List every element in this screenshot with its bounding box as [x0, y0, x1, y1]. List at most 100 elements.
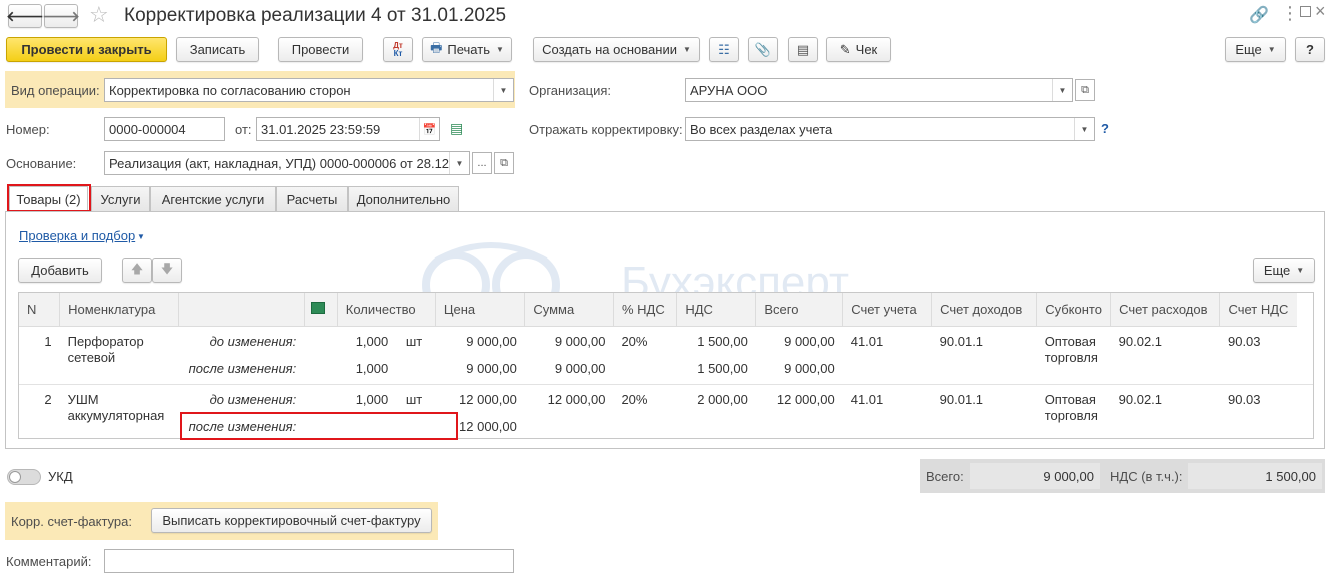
- organization-open-button[interactable]: ⧉: [1075, 79, 1095, 101]
- basis-select-button[interactable]: ...: [472, 152, 492, 174]
- after-change-highlight: [180, 412, 458, 440]
- row-number: 1: [44, 333, 52, 349]
- row-quantity: 1,000 шт: [337, 326, 435, 355]
- table-row[interactable]: 2 УШМ аккумуляторная до изменения: 1,000…: [19, 384, 1313, 423]
- basis-select[interactable]: Реализация (акт, накладная, УПД) 0000-00…: [104, 151, 470, 175]
- chevron-down-icon[interactable]: ▼: [1074, 118, 1094, 140]
- unit-value: шт: [405, 333, 423, 349]
- number-value: 0000-000004: [109, 121, 186, 137]
- row-vat-account: [1297, 413, 1313, 438]
- row-quantity: 1,000 шт: [337, 384, 435, 413]
- col-account[interactable]: Счет учета: [842, 293, 933, 327]
- basis-open-button[interactable]: ⧉: [494, 152, 514, 174]
- close-icon[interactable]: ×: [1315, 1, 1326, 22]
- chevron-down-icon: ▼: [1267, 45, 1276, 54]
- report-button[interactable]: ▤: [788, 37, 818, 62]
- unit-value: шт: [405, 391, 423, 407]
- check-selection-link[interactable]: Проверка и подбор: [19, 228, 135, 243]
- structure-button[interactable]: ☷: [709, 37, 739, 62]
- row-sum: 9 000,00: [554, 333, 606, 349]
- organization-select[interactable]: АРУНА ООО ▼: [685, 78, 1073, 102]
- move-up-button[interactable]: 🡅: [122, 258, 152, 283]
- calendar-icon[interactable]: 📅: [419, 118, 439, 140]
- organization-label: Организация:: [529, 83, 612, 98]
- number-input[interactable]: 0000-000004: [104, 117, 225, 141]
- print-button[interactable]: 🖶 Печать ▼: [422, 37, 512, 62]
- quantity-value: 1,000: [355, 361, 389, 376]
- row-vat-account: 90.03: [1227, 391, 1261, 407]
- row-quantity: 1,000: [337, 355, 435, 384]
- help-button[interactable]: ?: [1295, 37, 1325, 62]
- tab-agent-services[interactable]: Агентские услуги: [150, 186, 276, 211]
- reflect-correction-select[interactable]: Во всех разделах учета ▼: [685, 117, 1095, 141]
- back-button[interactable]: 🡐: [6, 4, 44, 28]
- maximize-icon[interactable]: [1300, 6, 1311, 17]
- col-vat-rate[interactable]: % НДС: [613, 293, 678, 327]
- tab-payments[interactable]: Расчеты: [276, 186, 348, 211]
- col-price[interactable]: Цена: [435, 293, 526, 327]
- receipt-button[interactable]: ✎ Чек: [826, 37, 891, 62]
- issue-corr-invoice-button[interactable]: Выписать корректировочный счет-фактуру: [151, 508, 432, 533]
- row-vat: [677, 413, 756, 438]
- row-account: [843, 355, 932, 384]
- vat-total-box: 1 500,00: [1188, 463, 1322, 489]
- add-row-button[interactable]: Добавить: [18, 258, 102, 283]
- col-income-account[interactable]: Счет доходов: [931, 293, 1038, 327]
- row-total: [756, 413, 843, 438]
- row-sum: 12 000,00: [547, 391, 606, 407]
- col-sum[interactable]: Сумма: [524, 293, 614, 327]
- row-price: 12 000,00: [459, 391, 517, 407]
- attach-button[interactable]: 📎: [748, 37, 778, 62]
- row-total: 12 000,00: [776, 391, 835, 407]
- comment-input[interactable]: [104, 549, 514, 573]
- chevron-down-icon[interactable]: ▼: [493, 79, 513, 101]
- link-icon[interactable]: 🔗: [1249, 5, 1269, 25]
- col-icon[interactable]: [304, 293, 338, 327]
- corr-invoice-label: Корр. счет-фактура:: [11, 514, 132, 529]
- arrow-right-icon: 🡒: [42, 7, 80, 24]
- forward-button[interactable]: 🡒: [42, 4, 80, 28]
- col-expense-account[interactable]: Счет расходов: [1110, 293, 1221, 327]
- table-more-button[interactable]: Еще ▼: [1253, 258, 1315, 283]
- col-nomenclature[interactable]: Номенклатура: [59, 293, 180, 327]
- post-button[interactable]: Провести: [278, 37, 363, 62]
- table-row[interactable]: 1 Перфоратор сетевой до изменения: 1,000…: [19, 326, 1313, 365]
- date-value: 31.01.2025 23:59:59: [261, 121, 381, 137]
- organization-value: АРУНА ООО: [690, 82, 768, 98]
- row-price: 9 000,00: [466, 361, 517, 376]
- reflect-correction-value: Во всех разделах учета: [690, 121, 833, 137]
- col-total[interactable]: Всего: [755, 293, 844, 327]
- chevron-down-icon[interactable]: ▼: [449, 152, 469, 174]
- move-down-button[interactable]: 🡇: [152, 258, 182, 283]
- quantity-value: 1,000: [355, 391, 389, 407]
- chevron-down-icon[interactable]: ▼: [137, 232, 145, 241]
- ukd-toggle[interactable]: [7, 469, 41, 485]
- row-expense-account: 90.02.1: [1118, 391, 1163, 407]
- col-change-note[interactable]: [178, 293, 305, 327]
- reflect-help-icon[interactable]: ?: [1101, 121, 1109, 136]
- row-icon-cell: [304, 384, 337, 413]
- basis-label: Основание:: [6, 156, 77, 171]
- menu-dots-icon[interactable]: ⋮: [1281, 3, 1299, 24]
- chevron-down-icon[interactable]: ▼: [1052, 79, 1072, 101]
- col-vat[interactable]: НДС: [676, 293, 757, 327]
- more-button[interactable]: Еще ▼: [1225, 37, 1286, 62]
- history-icon[interactable]: ▤: [450, 120, 463, 137]
- favorite-star-icon[interactable]: ☆: [89, 2, 109, 28]
- operation-type-select[interactable]: Корректировка по согласованию сторон ▼: [104, 78, 514, 102]
- row-icon-cell: [304, 355, 337, 384]
- table-row[interactable]: после изменения: 1,000 9 000,00 9 000,00…: [19, 355, 1313, 384]
- tab-additional[interactable]: Дополнительно: [348, 186, 459, 211]
- date-input[interactable]: 31.01.2025 23:59:59 📅: [256, 117, 440, 141]
- create-based-button[interactable]: Создать на основании ▼: [533, 37, 700, 62]
- col-n[interactable]: N: [19, 293, 61, 327]
- dt-kt-button[interactable]: Дт Кт: [383, 37, 413, 62]
- tab-services[interactable]: Услуги: [91, 186, 150, 211]
- post-and-close-button[interactable]: Провести и закрыть: [6, 37, 167, 62]
- col-subconto[interactable]: Субконто: [1036, 293, 1112, 327]
- col-vat-account[interactable]: Счет НДС: [1219, 293, 1297, 327]
- save-button[interactable]: Записать: [176, 37, 259, 62]
- title-bar: 🡐 🡒 ☆ Корректировка реализации 4 от 31.0…: [0, 0, 1331, 32]
- col-quantity[interactable]: Количество: [337, 293, 436, 327]
- row-total: 9 000,00: [784, 333, 835, 349]
